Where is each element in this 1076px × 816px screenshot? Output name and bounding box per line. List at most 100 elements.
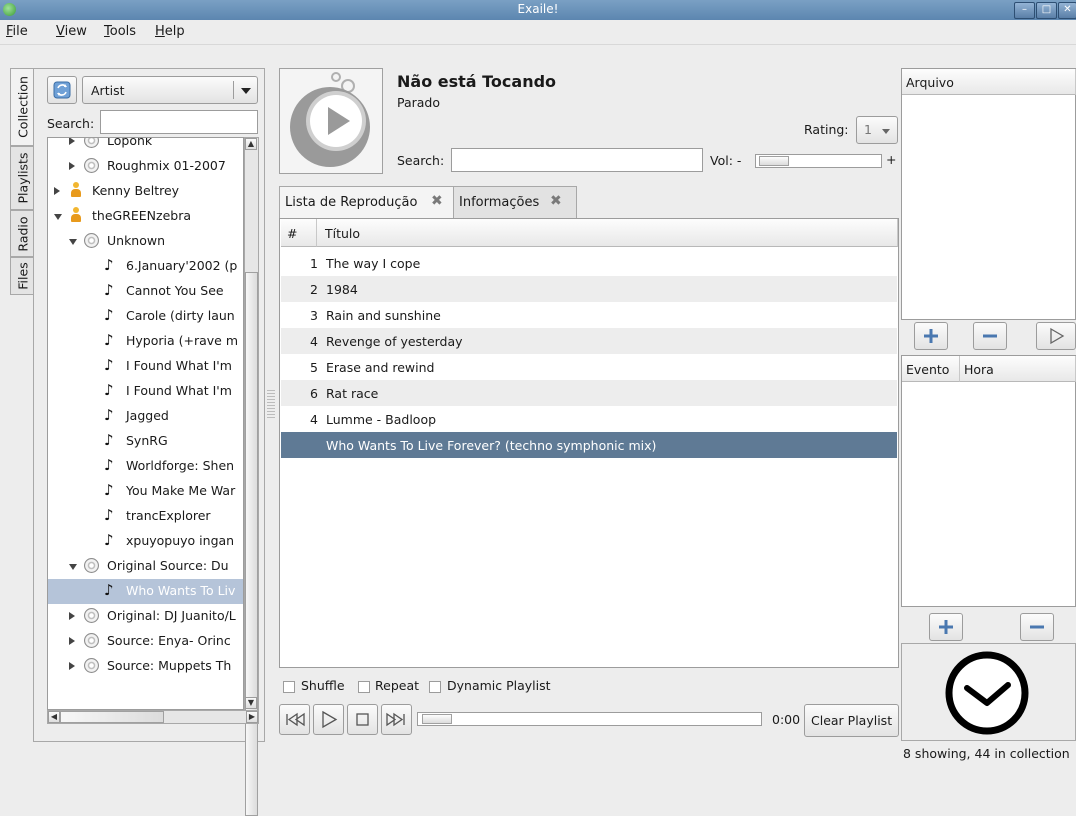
expander-closed-icon[interactable] (69, 138, 75, 145)
expander-closed-icon[interactable] (69, 162, 75, 170)
tab-playlists[interactable]: Playlists (10, 146, 34, 210)
collection-search-input[interactable] (100, 110, 258, 134)
collection-album-row[interactable]: Unknown (48, 229, 243, 254)
track-title: Rain and sunshine (326, 308, 441, 323)
collection-album-row[interactable]: Original: DJ Juanito/L (48, 604, 243, 629)
column-header-file[interactable]: Arquivo (902, 69, 1076, 95)
track-number: 5 (310, 360, 318, 375)
playlist-row[interactable]: 5 Erase and rewind (281, 354, 897, 380)
tree-horizontal-scrollbar[interactable]: ◀ ▶ (47, 710, 259, 724)
collection-album-row[interactable]: Source: Muppets Th (48, 654, 243, 679)
volume-handle[interactable] (759, 156, 789, 166)
dynamic-playlist-checkbox[interactable] (429, 681, 441, 693)
scroll-thumb[interactable] (60, 711, 164, 723)
volume-slider[interactable] (755, 154, 882, 168)
tab-collection[interactable]: Collection (10, 68, 34, 146)
play-icon (1050, 327, 1065, 345)
playlist-row[interactable]: 2 1984 (281, 276, 897, 302)
scroll-left-icon[interactable]: ◀ (48, 711, 60, 723)
tab-files[interactable]: Files (10, 257, 34, 295)
rating-select[interactable]: 1 (856, 116, 898, 144)
expander-closed-icon[interactable] (69, 637, 75, 645)
menu-file[interactable]: File (6, 24, 28, 39)
menu-tools[interactable]: Tools (104, 24, 136, 39)
collection-track-row[interactable]: ♪ Cannot You See (48, 279, 243, 304)
cd-icon (84, 138, 99, 148)
collection-track-row[interactable]: ♪ Hyporia (+rave m (48, 329, 243, 354)
collection-track-row[interactable]: ♪ Who Wants To Liv (48, 579, 243, 604)
close-tab-icon[interactable]: ✖ (431, 193, 443, 209)
refresh-button[interactable] (47, 76, 77, 104)
collection-track-row[interactable]: ♪ You Make Me War (48, 479, 243, 504)
maximize-icon[interactable]: □ (1036, 2, 1057, 19)
playlist-row[interactable]: 3 Rain and sunshine (281, 302, 897, 328)
collection-track-row[interactable]: ♪ xpuyopuyo ingan (48, 529, 243, 554)
playlist-row[interactable]: 6 Rat race (281, 380, 897, 406)
column-header-title[interactable]: Título (317, 219, 898, 247)
close-icon[interactable]: ✕ (1058, 2, 1076, 19)
tab-radio[interactable]: Radio (10, 210, 34, 257)
collection-track-row[interactable]: ♪ Carole (dirty laun (48, 304, 243, 329)
expander-open-icon[interactable] (54, 214, 62, 220)
collection-track-row[interactable]: ♪ Worldforge: Shen (48, 454, 243, 479)
column-header-number[interactable]: # (281, 219, 317, 247)
stop-button[interactable] (347, 704, 378, 735)
remove-queue-button[interactable] (973, 322, 1007, 350)
collection-item-label: Source: Muppets Th (107, 658, 232, 673)
expander-closed-icon[interactable] (69, 612, 75, 620)
seek-bar[interactable] (417, 712, 762, 726)
collection-track-row[interactable]: ♪ SynRG (48, 429, 243, 454)
column-header-time[interactable]: Hora (960, 356, 1076, 382)
collection-artist-row[interactable]: Kenny Beltrey (48, 179, 243, 204)
expander-open-icon[interactable] (69, 239, 77, 245)
scroll-up-icon[interactable]: ▲ (245, 138, 257, 150)
previous-button[interactable] (279, 704, 310, 735)
tab-info[interactable]: Informações ✖ (453, 186, 577, 219)
column-header-event[interactable]: Evento (902, 356, 960, 382)
music-note-icon: ♪ (104, 256, 114, 274)
scroll-down-icon[interactable]: ▼ (245, 697, 257, 709)
menu-help[interactable]: Help (155, 24, 185, 39)
tree-vertical-scrollbar[interactable]: ▲ ▼ (244, 137, 259, 816)
close-tab-icon[interactable]: ✖ (550, 193, 562, 209)
add-event-button[interactable] (929, 613, 963, 641)
playlist-table: # Título 1 The way I cope 2 1984 3 Rain and s… (279, 218, 899, 668)
playlist-row[interactable]: 4 Revenge of yesterday (281, 328, 897, 354)
scroll-right-icon[interactable]: ▶ (246, 711, 258, 723)
shuffle-checkbox[interactable] (283, 681, 295, 693)
collection-album-row[interactable]: Roughmix 01-2007 (48, 154, 243, 179)
menu-view[interactable]: View (56, 24, 87, 39)
collection-artist-row[interactable]: theGREENzebra (48, 204, 243, 229)
collection-track-row[interactable]: ♪ I Found What I'm (48, 379, 243, 404)
scroll-thumb[interactable] (245, 272, 258, 816)
collection-track-row[interactable]: ♪ trancExplorer (48, 504, 243, 529)
view-by-select[interactable]: Artist (82, 76, 258, 104)
expander-closed-icon[interactable] (69, 662, 75, 670)
expander-open-icon[interactable] (69, 564, 77, 570)
playlist-search-input[interactable] (451, 148, 703, 172)
track-title: 1984 (326, 282, 358, 297)
repeat-checkbox[interactable] (358, 681, 370, 693)
tab-playlist[interactable]: Lista de Reprodução ✖ (279, 186, 454, 220)
collection-item-label: You Make Me War (126, 483, 236, 498)
seek-handle[interactable] (422, 714, 452, 724)
pane-splitter[interactable] (267, 390, 275, 420)
add-queue-button[interactable] (914, 322, 948, 350)
collection-track-row[interactable]: ♪ Jagged (48, 404, 243, 429)
collection-album-row[interactable]: Source: Enya- Orinc (48, 629, 243, 654)
collection-album-row[interactable]: Original Source: Du (48, 554, 243, 579)
playlist-row[interactable]: 1 The way I cope (281, 250, 897, 276)
remove-event-button[interactable] (1020, 613, 1054, 641)
expander-closed-icon[interactable] (54, 187, 60, 195)
collection-album-row[interactable]: Loponk (48, 138, 243, 154)
play-queue-button[interactable] (1036, 322, 1076, 350)
playlist-row[interactable]: Who Wants To Live Forever? (techno symph… (281, 432, 897, 458)
play-button[interactable] (313, 704, 344, 735)
collection-track-row[interactable]: ♪ 6.January'2002 (p (48, 254, 243, 279)
minimize-icon[interactable]: – (1014, 2, 1035, 19)
playlist-row[interactable]: 4 Lumme - Badloop (281, 406, 897, 432)
collection-track-row[interactable]: ♪ I Found What I'm (48, 354, 243, 379)
clear-playlist-button[interactable]: Clear Playlist (804, 704, 899, 737)
track-number: 4 (310, 334, 318, 349)
next-button[interactable] (381, 704, 412, 735)
